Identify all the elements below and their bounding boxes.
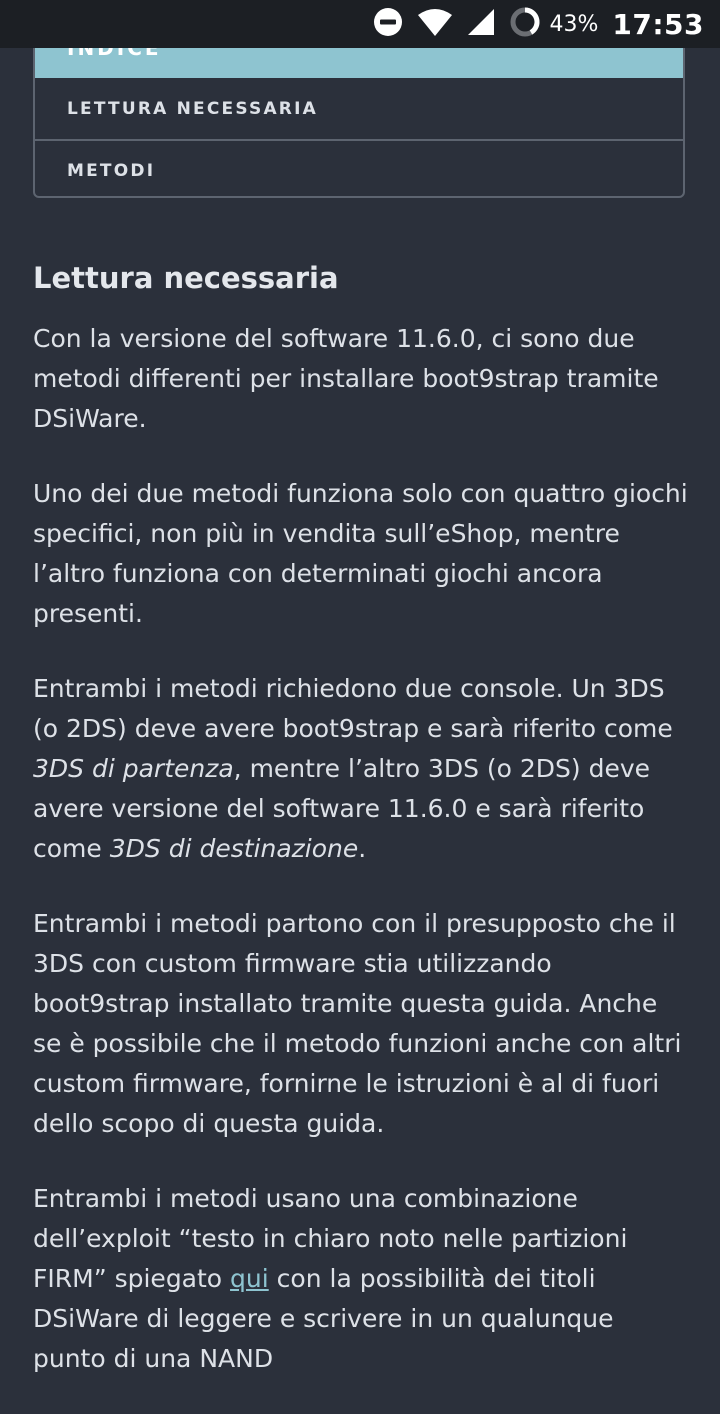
do-not-disturb-icon <box>373 7 403 41</box>
term-3ds-di-partenza: 3DS di partenza <box>33 753 234 783</box>
toc-item-metodi[interactable]: METODI <box>35 139 683 196</box>
battery-icon <box>509 6 541 42</box>
paragraph-1: Con la versione del software 11.6.0, ci … <box>33 323 659 433</box>
article-body: Lettura necessaria Con la versione del s… <box>33 258 693 1414</box>
section-heading: Lettura necessaria <box>33 261 339 295</box>
status-bar: 43% 17:53 <box>0 0 720 48</box>
toc-item-lettura-necessaria[interactable]: LETTURA NECESSARIA <box>35 78 683 139</box>
clock-time: 17:53 <box>612 7 704 41</box>
paragraph-5: Entrambi i metodi usano una combinazione… <box>33 1179 693 1379</box>
paragraph-3-text-a: Entrambi i metodi richiedono due console… <box>33 673 673 743</box>
paragraph-4: Entrambi i metodi partono con il presupp… <box>33 908 682 1138</box>
battery-percent: 43% <box>549 11 599 37</box>
wifi-icon <box>417 7 453 41</box>
qui-link[interactable]: qui <box>230 1264 269 1293</box>
paragraph-3: Entrambi i metodi richiedono due console… <box>33 669 693 869</box>
signal-icon <box>467 8 495 40</box>
term-3ds-di-destinazione: 3DS di destinazione <box>109 833 359 863</box>
paragraph-2: Uno dei due metodi funziona solo con qua… <box>33 478 688 628</box>
paragraph-3-text-e: . <box>358 833 367 863</box>
